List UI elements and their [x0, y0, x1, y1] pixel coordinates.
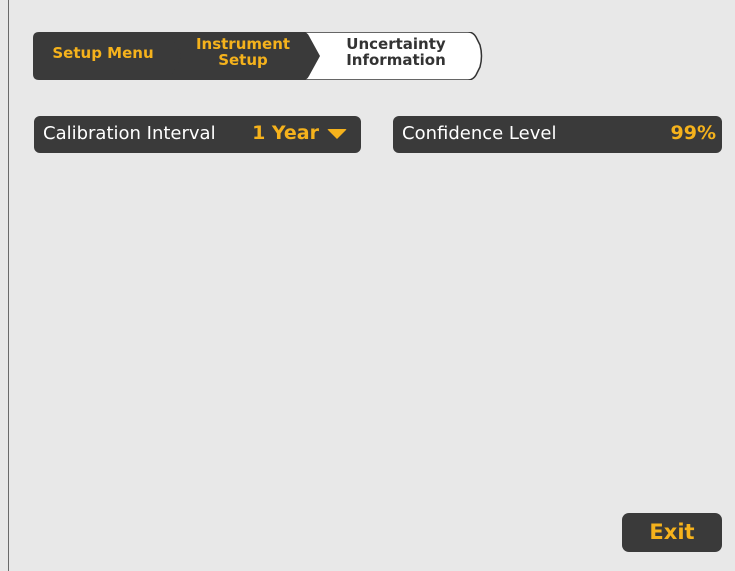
- breadcrumb-item-instrument-setup[interactable]: Instrument Setup: [183, 36, 303, 68]
- calibration-interval-value: 1 Year: [252, 122, 319, 144]
- confidence-level-value: 99%: [670, 122, 716, 144]
- calibration-interval-setting[interactable]: Calibration Interval 1 Year: [34, 116, 361, 153]
- breadcrumb-item-label: Setup Menu: [52, 44, 154, 62]
- breadcrumb-item-label: Instrument Setup: [195, 35, 291, 69]
- calibration-interval-label: Calibration Interval: [43, 123, 216, 144]
- confidence-level-setting[interactable]: Confidence Level 99%: [393, 116, 722, 153]
- confidence-level-label: Confidence Level: [402, 123, 557, 144]
- calibration-interval-dropdown[interactable]: 1 Year: [252, 123, 347, 144]
- breadcrumb-item-uncertainty-information[interactable]: Uncertainty Information: [321, 36, 471, 68]
- breadcrumb-item-label: Uncertainty Information: [346, 35, 446, 69]
- screen-frame: [8, 0, 735, 571]
- exit-button[interactable]: Exit: [622, 513, 722, 552]
- chevron-down-icon: [327, 128, 347, 139]
- breadcrumb: Setup Menu Instrument Setup Uncertainty …: [33, 32, 483, 80]
- breadcrumb-item-setup-menu[interactable]: Setup Menu: [39, 45, 167, 61]
